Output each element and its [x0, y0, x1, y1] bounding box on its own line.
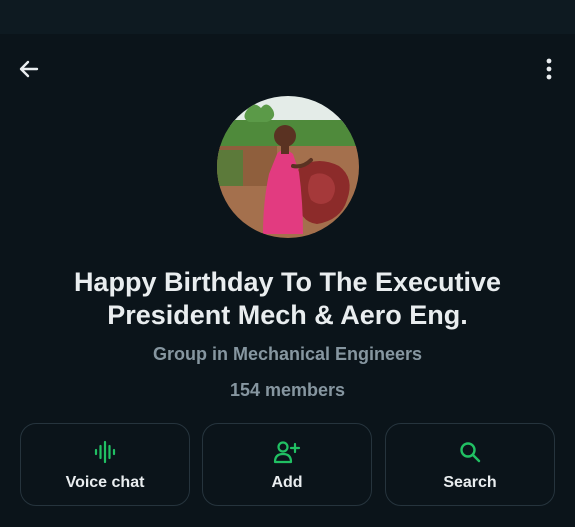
search-label: Search	[443, 474, 497, 491]
group-avatar[interactable]	[217, 96, 359, 238]
group-title: Happy Birthday To The Executive Presiden…	[20, 266, 555, 332]
add-member-button[interactable]: Add	[202, 423, 372, 506]
voice-chat-button[interactable]: Voice chat	[20, 423, 190, 506]
group-subtitle[interactable]: Group in Mechanical Engineers	[20, 344, 555, 365]
group-avatar-photo	[217, 96, 359, 238]
group-title-line-1: Happy Birthday To The Executive	[73, 267, 502, 297]
group-title-line-2: President Mech & Aero Eng.	[107, 300, 468, 330]
more-options-button[interactable]	[537, 54, 561, 84]
search-icon	[460, 442, 481, 463]
status-bar	[0, 0, 575, 34]
voice-chat-label: Voice chat	[65, 474, 145, 491]
voice-wave-icon	[94, 440, 116, 464]
add-person-icon	[273, 441, 301, 464]
more-vertical-icon	[546, 58, 552, 80]
member-count: 154 members	[229, 380, 346, 400]
search-button[interactable]: Search	[385, 423, 555, 506]
add-label: Add	[271, 474, 303, 491]
arrow-left-icon	[19, 60, 39, 78]
back-button[interactable]	[14, 54, 44, 84]
